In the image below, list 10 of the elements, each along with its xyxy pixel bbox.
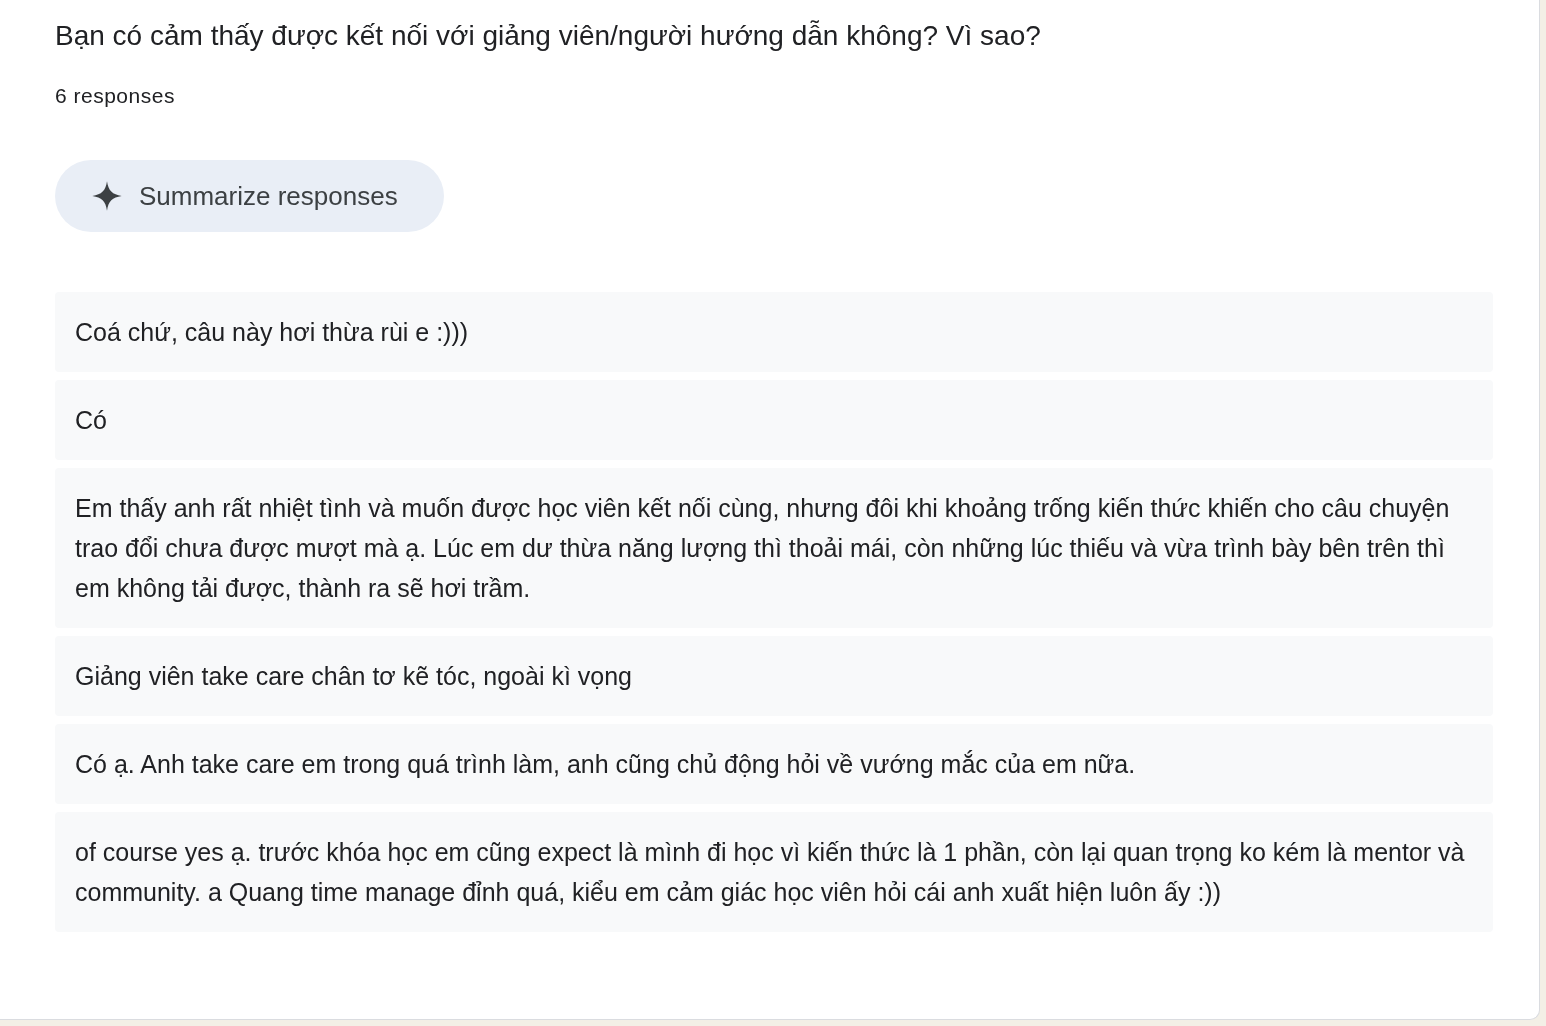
- response-text: Có: [55, 380, 1493, 460]
- response-count: 6 responses: [55, 84, 176, 108]
- question-title: Bạn có cảm thấy được kết nối với giảng viên/người hướng dẫn không? Vì sao?: [55, 19, 1042, 53]
- response-text: of course yes ạ. trước khóa học em cũng expect là mình đi học vì kiến thức là 1 phần, còn lại quan trọng ko kém là mentor và community. a Quang time manage đỉnh quá, kiểu em cảm giác học viên hỏi cái anh xuất hiện luôn ấy :)): [55, 812, 1493, 932]
- response-text: Em thấy anh rất nhiệt tình và muốn được học viên kết nối cùng, nhưng đôi khi khoảng trống kiến thức khiến cho câu chuyện trao đổi chưa được mượt mà ạ. Lúc em dư thừa năng lượng thì thoải mái, còn những lúc thiếu và vừa trình bày bên trên thì em không tải được, thành ra sẽ hơi trầm.: [55, 468, 1493, 628]
- sparkle-icon: [91, 180, 123, 212]
- response-text: Có ạ. Anh take care em trong quá trình làm, anh cũng chủ động hỏi về vướng mắc của em nữa.: [55, 724, 1493, 804]
- response-text: Giảng viên take care chân tơ kẽ tóc, ngoài kì vọng: [55, 636, 1493, 716]
- response-text: Coá chứ, câu này hơi thừa rùi e :))): [55, 292, 1493, 372]
- summarize-button[interactable]: Summarize responses: [55, 160, 444, 232]
